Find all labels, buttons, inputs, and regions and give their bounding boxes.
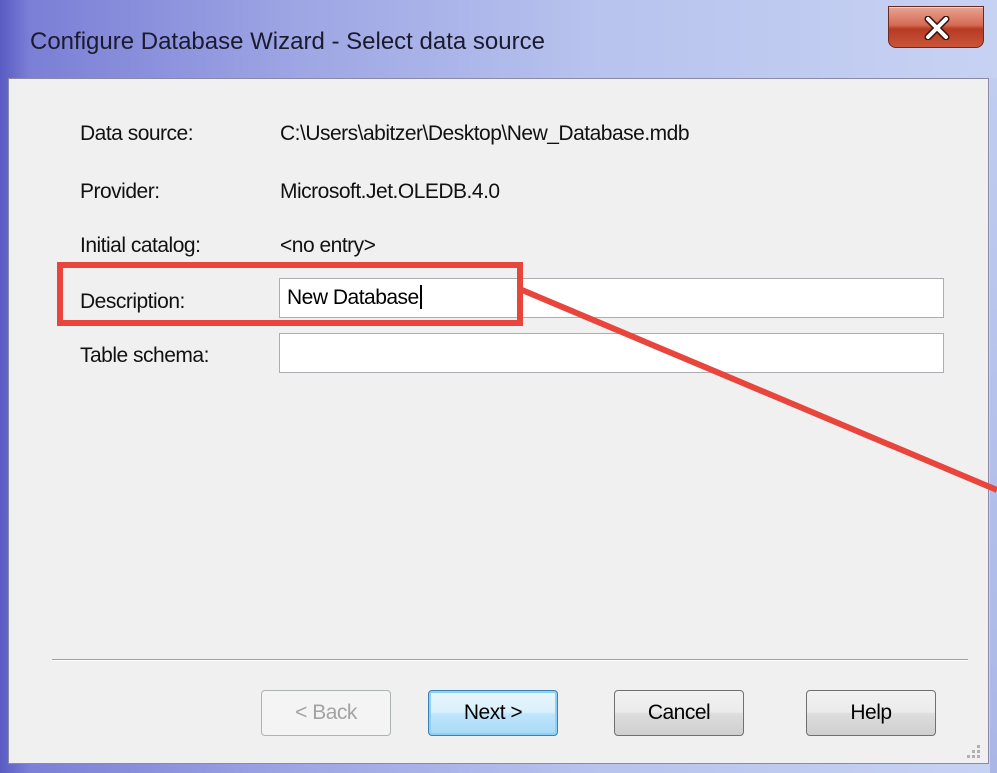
- window-frame-edge: [990, 78, 997, 773]
- resize-grip-icon[interactable]: [962, 740, 984, 762]
- window-title: Configure Database Wizard - Select data …: [30, 28, 545, 55]
- cancel-button[interactable]: Cancel: [614, 690, 744, 736]
- close-button[interactable]: [888, 6, 984, 48]
- initial-catalog-value: <no entry>: [280, 234, 376, 257]
- data-source-value: C:\Users\abitzer\Desktop\New_Database.md…: [280, 122, 690, 145]
- provider-value: Microsoft.Jet.OLEDB.4.0: [280, 180, 500, 203]
- initial-catalog-label: Initial catalog:: [80, 234, 201, 257]
- title-bar[interactable]: Configure Database Wizard - Select data …: [0, 0, 997, 80]
- annotation-highlight-box: [57, 262, 523, 326]
- close-icon: [924, 16, 950, 40]
- data-source-label: Data source:: [80, 122, 194, 145]
- next-button[interactable]: Next >: [428, 690, 558, 736]
- help-button[interactable]: Help: [806, 690, 936, 736]
- table-schema-label: Table schema:: [80, 344, 209, 367]
- button-separator: [52, 659, 968, 661]
- provider-label: Provider:: [80, 180, 160, 203]
- table-schema-input[interactable]: [279, 333, 944, 373]
- wizard-window: Configure Database Wizard - Select data …: [0, 0, 997, 773]
- back-button[interactable]: < Back: [261, 690, 391, 736]
